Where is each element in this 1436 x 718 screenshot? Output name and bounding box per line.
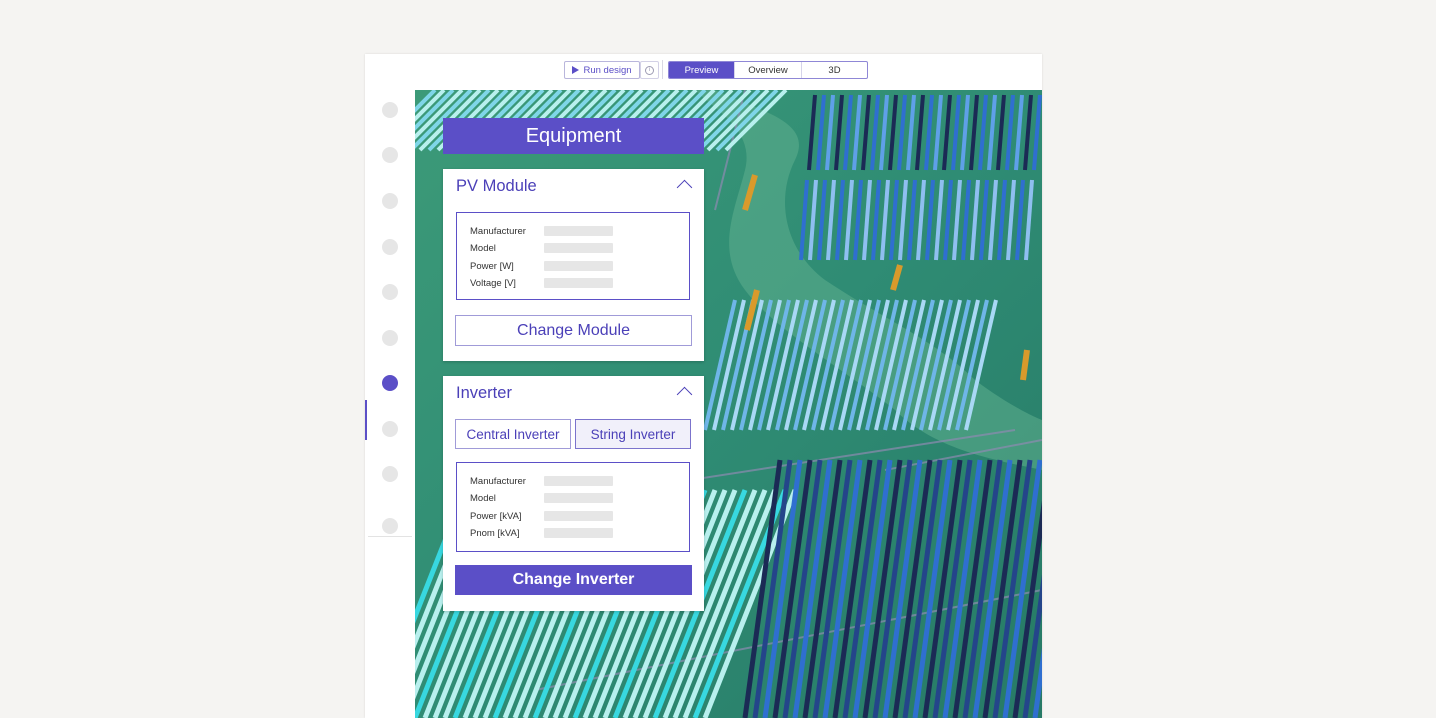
tab-overview[interactable]: Overview — [735, 62, 802, 78]
pv-module-heading: PV Module — [456, 177, 537, 195]
run-design-button[interactable]: Run design — [564, 61, 640, 79]
spec-label: Pnom [kVA] — [470, 527, 520, 539]
change-inverter-button[interactable]: Change Inverter — [455, 565, 692, 595]
spec-row: Power [kVA] — [470, 509, 613, 523]
spec-value-placeholder — [544, 278, 613, 288]
inverter-card: Inverter Central Inverter String Inverte… — [443, 376, 704, 611]
spec-value-placeholder — [544, 511, 613, 521]
run-design-label: Run design — [583, 64, 632, 76]
string-inverter-button[interactable]: String Inverter — [575, 419, 691, 449]
info-button[interactable]: i — [640, 61, 659, 79]
sidebar-item-10[interactable] — [382, 518, 398, 534]
inverter-heading: Inverter — [456, 384, 512, 402]
spec-label: Manufacturer — [470, 475, 526, 487]
collapse-chevron-icon[interactable] — [676, 179, 693, 196]
sidebar — [365, 90, 415, 718]
spec-row: Model — [470, 491, 613, 505]
sidebar-item-1[interactable] — [382, 102, 398, 118]
spec-label: Voltage [V] — [470, 277, 516, 289]
spec-row: Model — [470, 241, 613, 255]
collapse-chevron-icon[interactable] — [676, 386, 693, 403]
pv-module-card: PV Module Manufacturer Model Power [W] V… — [443, 169, 704, 361]
sidebar-item-9[interactable] — [382, 466, 398, 482]
spec-value-placeholder — [544, 261, 613, 271]
spec-row: Pnom [kVA] — [470, 526, 613, 540]
view-tabs: Preview Overview 3D — [668, 61, 868, 79]
spec-value-placeholder — [544, 476, 613, 486]
spec-value-placeholder — [544, 226, 613, 236]
app-window: Run design i Preview Overview 3D Equipme… — [365, 54, 1042, 718]
change-module-button[interactable]: Change Module — [455, 315, 692, 346]
sidebar-item-8[interactable] — [382, 421, 398, 437]
spec-value-placeholder — [544, 243, 613, 253]
sidebar-item-6[interactable] — [382, 330, 398, 346]
sidebar-item-5[interactable] — [382, 284, 398, 300]
pv-module-specs: Manufacturer Model Power [W] Voltage [V] — [456, 212, 690, 300]
sidebar-item-4[interactable] — [382, 239, 398, 255]
toolbar: Run design i Preview Overview 3D — [365, 54, 1042, 91]
spec-label: Power [W] — [470, 260, 514, 272]
spec-label: Power [kVA] — [470, 510, 522, 522]
sidebar-item-3[interactable] — [382, 193, 398, 209]
active-nav-indicator — [365, 400, 367, 440]
inverter-specs: Manufacturer Model Power [kVA] Pnom [kVA… — [456, 462, 690, 552]
spec-label: Model — [470, 492, 496, 504]
spec-value-placeholder — [544, 493, 613, 503]
info-icon: i — [645, 65, 654, 75]
spec-row: Manufacturer — [470, 474, 613, 488]
spec-row: Manufacturer — [470, 224, 613, 238]
panel-row — [1020, 349, 1030, 381]
spec-row: Voltage [V] — [470, 276, 613, 290]
sidebar-item-equipment[interactable] — [382, 375, 398, 391]
toolbar-divider — [662, 60, 663, 79]
tab-3d[interactable]: 3D — [802, 62, 867, 78]
central-inverter-button[interactable]: Central Inverter — [455, 419, 571, 449]
spec-value-placeholder — [544, 528, 613, 538]
tab-preview[interactable]: Preview — [669, 62, 735, 78]
panel-title: Equipment — [443, 118, 704, 154]
spec-row: Power [W] — [470, 259, 613, 273]
spec-label: Manufacturer — [470, 225, 526, 237]
sidebar-item-2[interactable] — [382, 147, 398, 163]
play-icon — [572, 66, 580, 74]
sidebar-divider — [368, 536, 412, 537]
spec-label: Model — [470, 242, 496, 254]
